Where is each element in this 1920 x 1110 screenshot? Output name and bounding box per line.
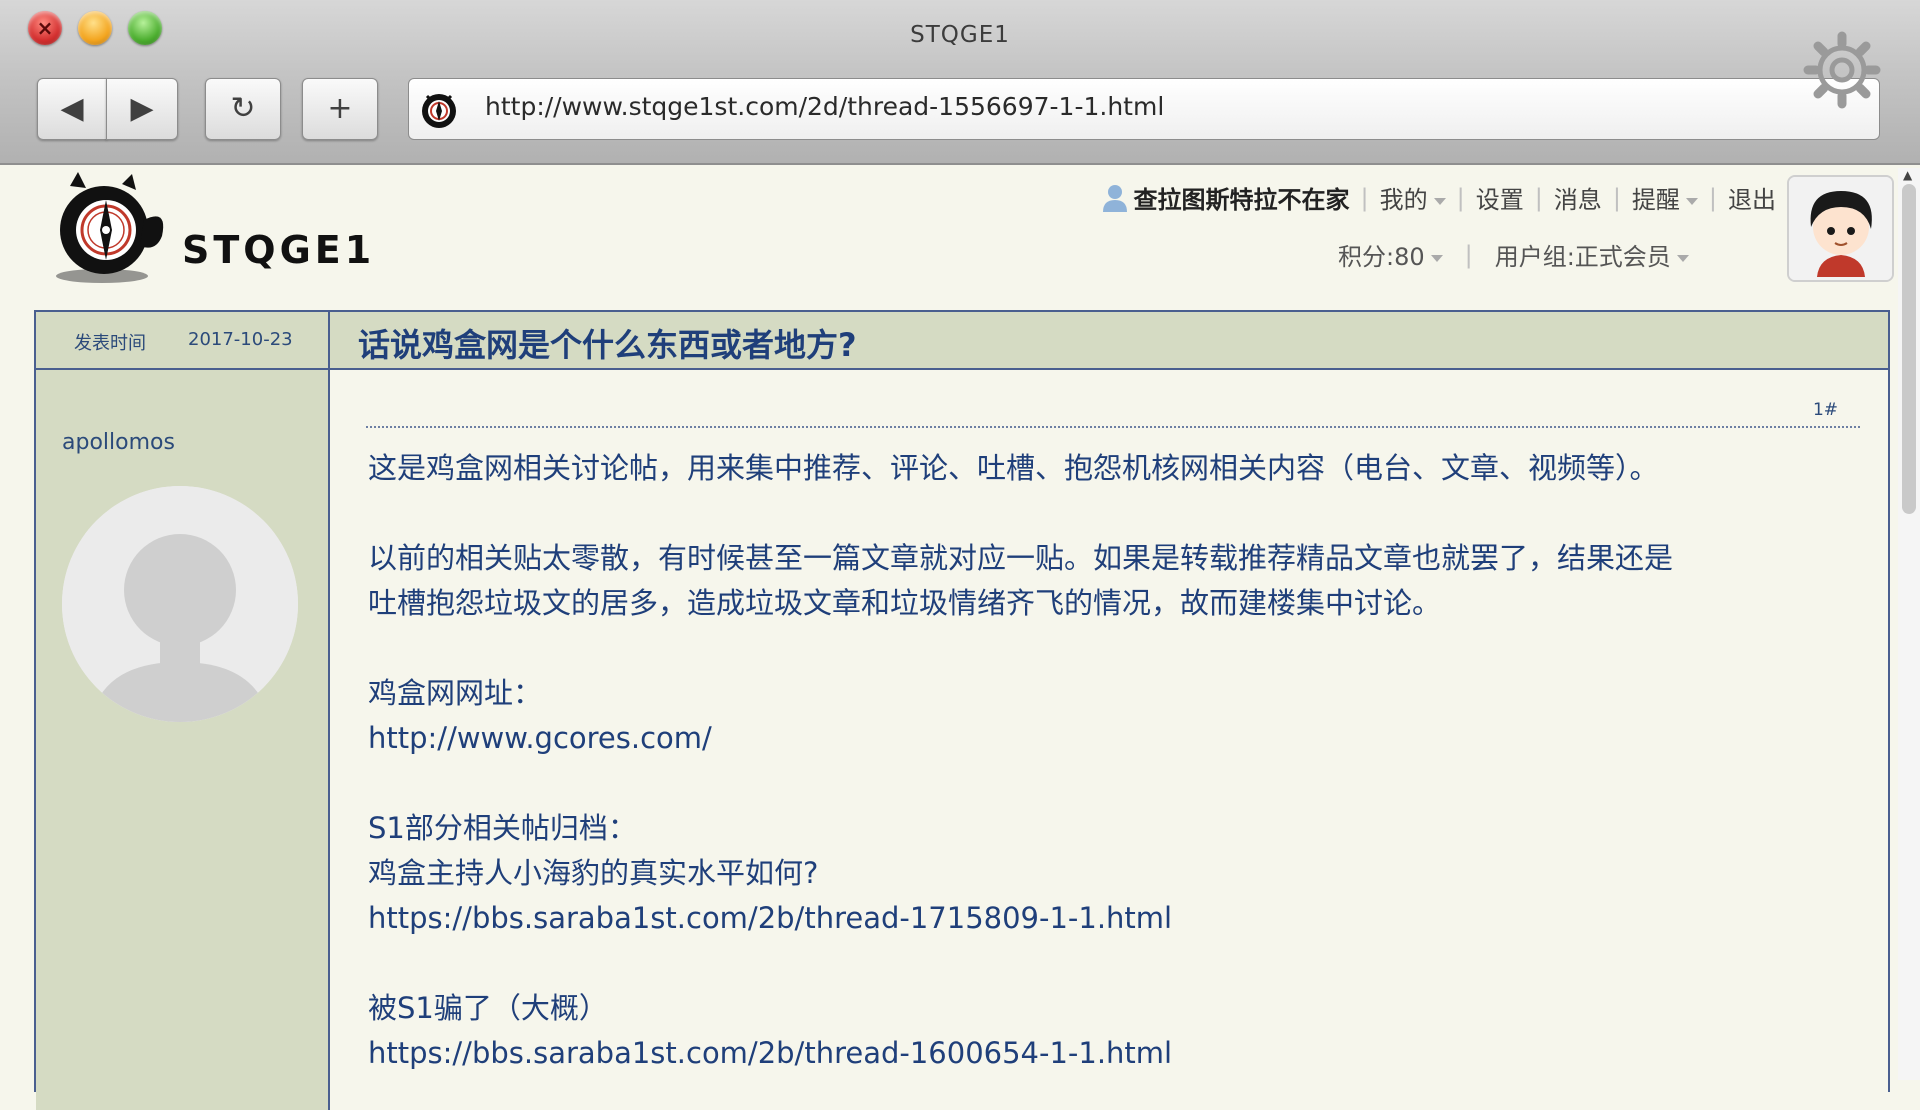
address-bar[interactable]: http://www.stqge1st.com/2d/thread-155669… [408,78,1880,140]
reminders-label: 提醒 [1631,186,1680,214]
my-menu-label: 我的 [1379,186,1428,214]
user-info: 积分:80 | 用户组:正式会员 [1338,237,1689,272]
post-paragraph: S1部分相关帖归档： [368,811,637,845]
post-paragraph: 被S1骗了（大概） [368,991,608,1025]
plus-icon: + [327,91,353,126]
post-paragraph: 以前的相关贴太零散，有时候甚至一篇文章就对应一贴。如果是转载推荐精品文章也就罢了… [368,541,1674,575]
url-text: http://www.stqge1st.com/2d/thread-155669… [485,92,1165,121]
user-icon [1102,184,1127,212]
user-group-menu[interactable]: 用户组:正式会员 [1495,237,1689,272]
caret-down-icon [1676,254,1689,262]
thread-title-bar: 话说鸡盒网是个什么东西或者地方? [330,312,1888,370]
browser-toolbar: × STQGE1 ◀ ▶ ↻ + http://www.stqge1st.com… [0,0,1920,165]
post-paragraph: 这是鸡盒网相关讨论帖，用来集中推荐、评论、吐槽、抱怨机核网相关内容（电台、文章、… [368,451,1659,485]
site-favicon-icon [422,94,456,128]
floor-number[interactable]: 1# [1813,400,1838,420]
nav-divider: | [1708,183,1717,212]
posted-date: 2017-10-23 [188,329,293,350]
nav-divider: | [1612,183,1621,212]
user-nav: 查拉图斯特拉不在家 | 我的 | 设置 | 消息 | 提醒 | 退出 [1102,180,1776,215]
points-label: 积分:80 [1338,243,1425,271]
post-content: 1# 这是鸡盒网相关讨论帖，用来集中推荐、评论、吐槽、抱怨机核网相关内容（电台、… [330,370,1888,1110]
messages-link[interactable]: 消息 [1554,180,1602,215]
post-body: 这是鸡盒网相关讨论帖，用来集中推荐、评论、吐槽、抱怨机核网相关内容（电台、文章、… [368,446,1768,1076]
cartoon-avatar-icon [1789,177,1892,280]
back-arrow-icon: ◀ [60,91,84,126]
caret-down-icon [1685,197,1698,205]
post-paragraph: 鸡盒主持人小海豹的真实水平如何? [368,856,819,890]
thread-container: 发表时间 2017-10-23 话说鸡盒网是个什么东西或者地方? apollom… [34,310,1890,1110]
window-title: STQGE1 [910,22,1010,48]
scrollbar-thumb[interactable] [1902,184,1916,514]
thread-link[interactable]: https://bbs.saraba1st.com/2b/thread-1715… [368,896,1768,941]
scroll-up-icon[interactable]: ▲ [1903,168,1912,182]
site-logo[interactable] [40,168,175,288]
forward-button[interactable]: ▶ [106,78,178,140]
post-meta: 发表时间 2017-10-23 [36,312,330,370]
reload-icon: ↻ [230,91,256,126]
reload-button[interactable]: ↻ [205,78,281,140]
gear-icon[interactable] [1800,28,1884,112]
thread-title: 话说鸡盒网是个什么东西或者地方? [358,326,857,364]
info-divider: | [1464,240,1473,269]
author-sidebar: apollomos [36,370,330,1110]
posted-time-label: 发表时间 [74,333,146,354]
gcores-link[interactable]: http://www.gcores.com/ [368,716,1768,761]
nav-divider: | [1360,183,1369,212]
author-name[interactable]: apollomos [62,430,175,455]
logout-link[interactable]: 退出 [1728,180,1776,215]
caret-down-icon [1433,197,1446,205]
post-divider [366,426,1860,428]
my-menu[interactable]: 我的 [1380,180,1446,215]
thread-link[interactable]: https://bbs.saraba1st.com/2b/thread-1600… [368,1031,1768,1076]
user-avatar[interactable] [1787,175,1894,282]
post-paragraph: 鸡盒网网址： [368,676,543,710]
default-avatar-icon [62,486,298,722]
nav-divider: | [1456,183,1465,212]
page-scrollbar[interactable]: ▲ [1898,168,1920,1080]
back-button[interactable]: ◀ [37,78,107,140]
post-paragraph: 吐槽抱怨垃圾文的居多，造成垃圾文章和垃圾情绪齐飞的情况，故而建楼集中讨论。 [368,586,1442,620]
nav-divider: | [1534,183,1543,212]
username-link[interactable]: 查拉图斯特拉不在家 [1134,180,1350,215]
settings-link[interactable]: 设置 [1476,180,1524,215]
site-name: STQGE1 [182,228,376,272]
new-tab-button[interactable]: + [302,78,378,140]
forward-arrow-icon: ▶ [130,91,154,126]
author-avatar[interactable] [62,486,298,722]
caret-down-icon [1430,254,1443,262]
points-menu[interactable]: 积分:80 [1338,237,1443,272]
user-group-label: 用户组:正式会员 [1494,243,1671,271]
reminders-menu[interactable]: 提醒 [1632,180,1698,215]
